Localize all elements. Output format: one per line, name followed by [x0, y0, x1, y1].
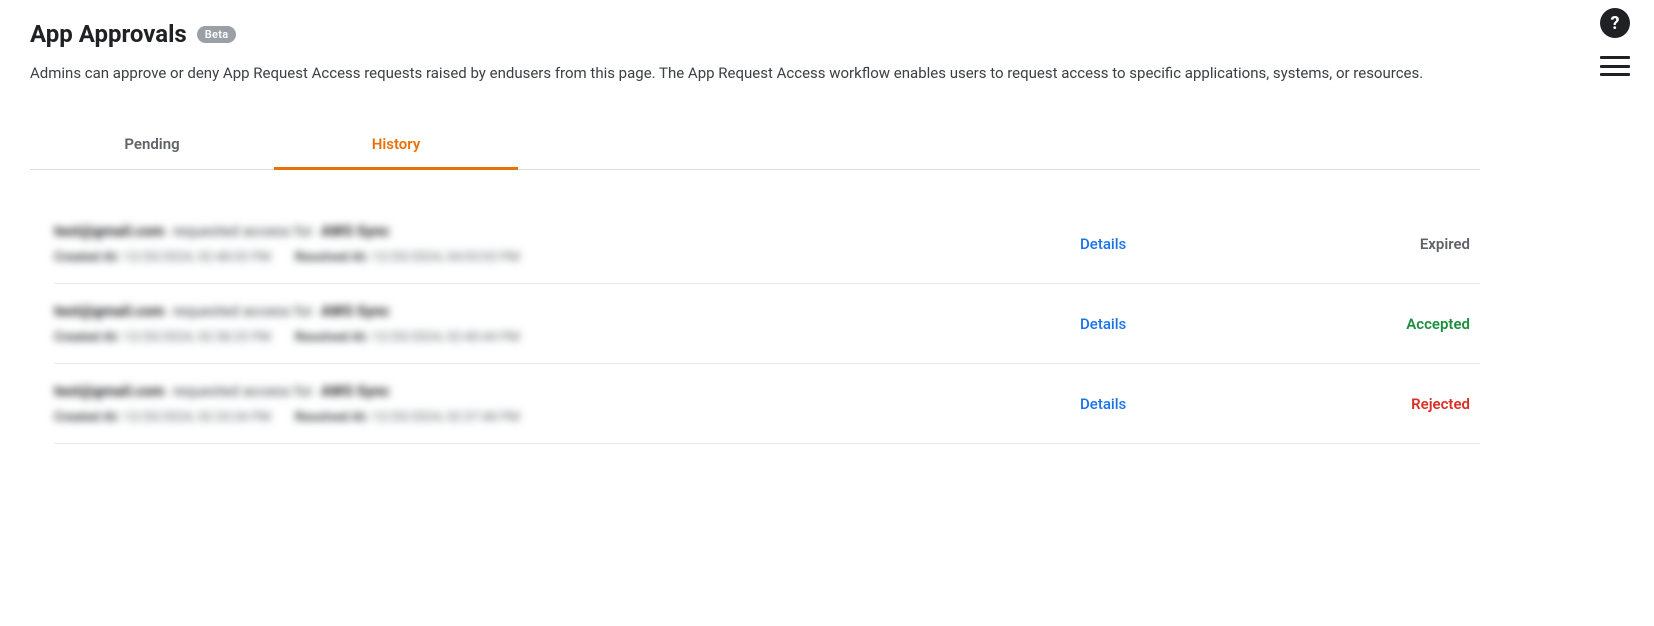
created-at: 12/20/2024, 02:33:34 PM — [123, 410, 271, 425]
beta-badge: Beta — [197, 26, 237, 43]
hamburger-menu-icon[interactable] — [1600, 54, 1630, 78]
resolved-label: Resolved At: — [295, 330, 369, 345]
request-info: test@gmail.com requested access for AWS … — [54, 222, 1080, 265]
request-user: test@gmail.com — [54, 222, 165, 240]
status-badge: Expired — [1280, 235, 1480, 253]
request-list: test@gmail.com requested access for AWS … — [30, 204, 1480, 444]
status-badge: Accepted — [1280, 315, 1480, 333]
help-icon[interactable]: ? — [1600, 8, 1630, 38]
details-link[interactable]: Details — [1080, 395, 1280, 413]
created-label: Created At: — [54, 410, 120, 425]
request-app: AWS Sync — [321, 222, 390, 240]
request-app: AWS Sync — [321, 302, 390, 320]
request-info: test@gmail.com requested access for AWS … — [54, 302, 1080, 345]
request-info: test@gmail.com requested access for AWS … — [54, 382, 1080, 425]
request-row: test@gmail.com requested access for AWS … — [54, 364, 1480, 444]
resolved-at: 12/20/2024, 02:40:44 PM — [372, 330, 520, 345]
request-action-text: requested access for — [173, 222, 313, 240]
resolved-at: 12/20/2024, 02:37:48 PM — [372, 410, 520, 425]
created-at: 12/20/2024, 02:48:03 PM — [123, 250, 271, 265]
request-row: test@gmail.com requested access for AWS … — [54, 284, 1480, 364]
resolved-label: Resolved At: — [295, 410, 369, 425]
request-action-text: requested access for — [173, 382, 313, 400]
request-row: test@gmail.com requested access for AWS … — [54, 204, 1480, 284]
details-link[interactable]: Details — [1080, 315, 1280, 333]
page-title: App Approvals — [30, 20, 187, 48]
request-user: test@gmail.com — [54, 302, 165, 320]
request-action-text: requested access for — [173, 302, 313, 320]
created-label: Created At: — [54, 330, 120, 345]
request-user: test@gmail.com — [54, 382, 165, 400]
resolved-at: 12/20/2024, 04:03:03 PM — [372, 250, 520, 265]
tab-history[interactable]: History — [274, 121, 518, 170]
created-label: Created At: — [54, 250, 120, 265]
tabs-bar: Pending History — [30, 121, 1480, 170]
created-at: 12/20/2024, 02:38:25 PM — [123, 330, 271, 345]
details-link[interactable]: Details — [1080, 235, 1280, 253]
request-app: AWS Sync — [321, 382, 390, 400]
tab-pending[interactable]: Pending — [30, 121, 274, 170]
page-description: Admins can approve or deny App Request A… — [30, 62, 1470, 85]
resolved-label: Resolved At: — [295, 250, 369, 265]
status-badge: Rejected — [1280, 395, 1480, 413]
